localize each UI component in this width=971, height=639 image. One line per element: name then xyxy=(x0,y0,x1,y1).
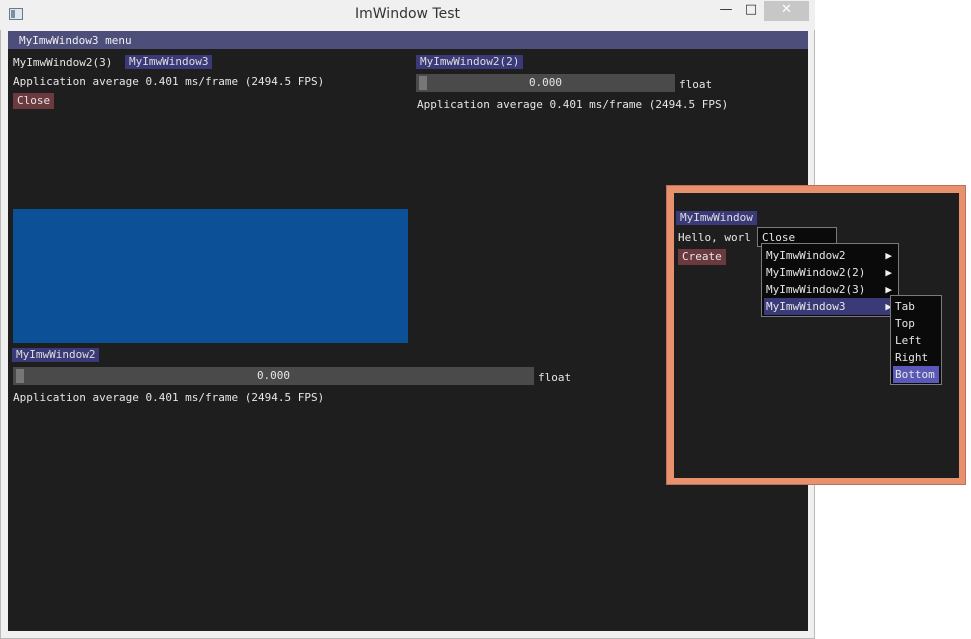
submenu-arrow-icon: ▶ xyxy=(885,249,892,262)
submenu-item-tab[interactable]: Tab xyxy=(893,298,939,315)
menu-item-myimwwindow2-3[interactable]: MyImwWindow2(3) ▶ xyxy=(764,281,896,298)
hello-text: Hello, worl xyxy=(678,231,751,244)
tab-myimwwindow[interactable]: MyImwWindow xyxy=(676,211,757,225)
float-slider[interactable]: 0.000 xyxy=(13,367,534,385)
window-list-menu: MyImwWindow2 ▶ MyImwWindow2(2) ▶ MyImwWi… xyxy=(761,243,899,317)
slider-label: float xyxy=(679,78,713,91)
tab-myimwwindow2-2[interactable]: MyImwWindow2(2) xyxy=(416,55,524,69)
menu-item-myimwwindow2[interactable]: MyImwWindow2 ▶ xyxy=(764,247,896,264)
menu-item-label: MyImwWindow3 xyxy=(766,300,846,313)
submenu-item-bottom[interactable]: Bottom xyxy=(893,366,939,383)
menu-item-label: MyImwWindow2(3) xyxy=(766,283,866,296)
fps-text: Application average 0.401 ms/frame (2494… xyxy=(13,75,325,88)
dock-position-submenu: Tab Top Left Right Bottom xyxy=(890,295,942,385)
maximize-button[interactable]: □ xyxy=(740,1,762,21)
float-slider[interactable]: 0.000 xyxy=(416,74,675,92)
window-title: ImWindow Test xyxy=(355,6,460,22)
tab-myimwwindow2[interactable]: MyImwWindow2 xyxy=(12,348,100,362)
minimize-button[interactable]: — xyxy=(716,1,736,21)
tab-myimwwindow3[interactable]: MyImwWindow3 xyxy=(125,55,213,69)
submenu-item-right[interactable]: Right xyxy=(893,349,939,366)
close-window-button[interactable]: ✕ xyxy=(764,1,809,21)
slider-label: float xyxy=(538,371,572,384)
slider-value: 0.000 xyxy=(256,369,291,382)
blue-panel xyxy=(13,209,408,343)
fps-text: Application average 0.401 ms/frame (2494… xyxy=(417,98,729,111)
menu-item-label: MyImwWindow2(2) xyxy=(766,266,866,279)
menu-item-myimwwindow3[interactable]: MyImwWindow3 ▶ xyxy=(764,298,896,315)
submenu-arrow-icon: ▶ xyxy=(885,266,892,279)
create-button[interactable]: Create xyxy=(678,249,726,265)
submenu-item-left[interactable]: Left xyxy=(893,332,939,349)
menu-item-label: MyImwWindow2 xyxy=(766,249,846,262)
submenu-item-top[interactable]: Top xyxy=(893,315,939,332)
menu-item-myimwwindow2-2[interactable]: MyImwWindow2(2) ▶ xyxy=(764,264,896,281)
menu-myimwwindow3[interactable]: MyImwWindow3 menu xyxy=(19,34,132,47)
fps-text: Application average 0.401 ms/frame (2494… xyxy=(13,391,325,404)
close-button[interactable]: Close xyxy=(13,93,55,109)
slider-value: 0.000 xyxy=(528,76,563,89)
tab-myimwwindow2-3[interactable]: MyImwWindow2(3) xyxy=(13,56,112,69)
